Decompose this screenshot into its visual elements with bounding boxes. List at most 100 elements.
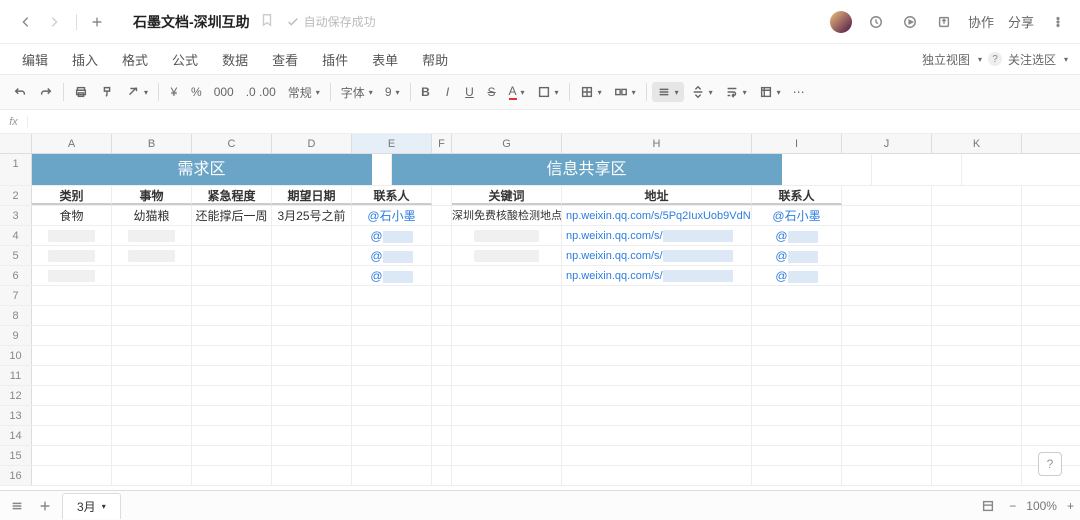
- cell[interactable]: 3月25号之前: [272, 206, 352, 225]
- cell[interactable]: [272, 266, 352, 285]
- cell[interactable]: [452, 286, 562, 305]
- cell[interactable]: [32, 346, 112, 365]
- redo-button[interactable]: [34, 82, 58, 102]
- cell[interactable]: [452, 346, 562, 365]
- cell[interactable]: [32, 446, 112, 465]
- cell[interactable]: [432, 446, 452, 465]
- paint-format-button[interactable]: [95, 82, 119, 102]
- cell[interactable]: [562, 326, 752, 345]
- cell[interactable]: [432, 226, 452, 245]
- h-align-button[interactable]: ▾: [652, 82, 684, 102]
- cell[interactable]: [752, 406, 842, 425]
- row-header[interactable]: 6: [0, 266, 32, 285]
- cell[interactable]: np.weixin.qq.com/s/: [562, 246, 752, 265]
- cell[interactable]: [192, 266, 272, 285]
- nav-back[interactable]: [14, 10, 38, 34]
- watch-button[interactable]: 关注选区: [1008, 51, 1056, 68]
- cell[interactable]: 紧急程度: [192, 186, 272, 205]
- cell[interactable]: [932, 406, 1022, 425]
- cell[interactable]: [562, 346, 752, 365]
- cell[interactable]: [272, 386, 352, 405]
- row-header[interactable]: 10: [0, 346, 32, 365]
- menu-insert[interactable]: 插入: [62, 47, 108, 72]
- cell[interactable]: [842, 266, 932, 285]
- cell[interactable]: 事物: [112, 186, 192, 205]
- strike-button[interactable]: S: [482, 82, 502, 102]
- cell[interactable]: [452, 226, 562, 245]
- cell[interactable]: [842, 346, 932, 365]
- cell[interactable]: [192, 246, 272, 265]
- bold-button[interactable]: B: [416, 82, 436, 102]
- cell[interactable]: 食物: [32, 206, 112, 225]
- cell[interactable]: [352, 306, 432, 325]
- nav-forward[interactable]: [42, 10, 66, 34]
- row-header[interactable]: 7: [0, 286, 32, 305]
- col-header[interactable]: F: [432, 134, 452, 153]
- font-family-button[interactable]: 字体▾: [336, 81, 378, 104]
- zoom-out-button[interactable]: −: [1009, 499, 1016, 513]
- history-icon[interactable]: [866, 12, 886, 32]
- cell[interactable]: [752, 466, 842, 485]
- menu-form[interactable]: 表单: [362, 47, 408, 72]
- cell[interactable]: [192, 406, 272, 425]
- cell[interactable]: [562, 406, 752, 425]
- font-size-button[interactable]: 9▾: [380, 82, 405, 102]
- more-tools-button[interactable]: ⋯: [788, 82, 810, 102]
- sheets-list-button[interactable]: [6, 495, 28, 517]
- cell[interactable]: [452, 266, 562, 285]
- underline-button[interactable]: U: [460, 82, 480, 102]
- menu-formula[interactable]: 公式: [162, 47, 208, 72]
- cell[interactable]: [432, 286, 452, 305]
- cell[interactable]: [432, 346, 452, 365]
- undo-button[interactable]: [8, 82, 32, 102]
- cell[interactable]: [932, 246, 1022, 265]
- cell[interactable]: @石小墨: [752, 206, 842, 225]
- cell[interactable]: [192, 226, 272, 245]
- cell[interactable]: 期望日期: [272, 186, 352, 205]
- cell[interactable]: [432, 266, 452, 285]
- cell[interactable]: np.weixin.qq.com/s/5Pq2IuxUob9VdNg: [562, 206, 752, 225]
- cell[interactable]: @: [752, 246, 842, 265]
- cell[interactable]: [842, 466, 932, 485]
- row-header[interactable]: 9: [0, 326, 32, 345]
- row-header[interactable]: 2: [0, 186, 32, 205]
- cell[interactable]: [112, 386, 192, 405]
- cell[interactable]: [842, 186, 932, 205]
- cell[interactable]: [452, 246, 562, 265]
- borders-button[interactable]: ▾: [575, 82, 607, 102]
- number-format-button[interactable]: 常规▾: [283, 81, 325, 104]
- cell[interactable]: @: [352, 266, 432, 285]
- add-sheet-button[interactable]: [34, 495, 56, 517]
- cell[interactable]: [352, 326, 432, 345]
- cell[interactable]: [432, 426, 452, 445]
- cell[interactable]: @: [352, 246, 432, 265]
- cell[interactable]: [112, 286, 192, 305]
- bookmark-icon[interactable]: [260, 13, 274, 30]
- cell[interactable]: [192, 346, 272, 365]
- cell[interactable]: [842, 286, 932, 305]
- cell[interactable]: [752, 366, 842, 385]
- cell[interactable]: @: [752, 266, 842, 285]
- cell[interactable]: [112, 346, 192, 365]
- cell[interactable]: [932, 226, 1022, 245]
- cell[interactable]: [932, 286, 1022, 305]
- cell[interactable]: [352, 286, 432, 305]
- menu-format[interactable]: 格式: [112, 47, 158, 72]
- cell[interactable]: 地址: [562, 186, 752, 205]
- cell[interactable]: [842, 406, 932, 425]
- col-header[interactable]: B: [112, 134, 192, 153]
- cell[interactable]: [932, 366, 1022, 385]
- merge-button[interactable]: ▾: [609, 82, 641, 102]
- cell[interactable]: [842, 386, 932, 405]
- cell[interactable]: [932, 386, 1022, 405]
- section-header[interactable]: 信息共享区: [392, 154, 782, 185]
- cell[interactable]: [352, 366, 432, 385]
- export-icon[interactable]: [934, 12, 954, 32]
- col-header[interactable]: D: [272, 134, 352, 153]
- new-tab-button[interactable]: [85, 10, 109, 34]
- row-header[interactable]: 14: [0, 426, 32, 445]
- cell[interactable]: [352, 386, 432, 405]
- cell[interactable]: [32, 426, 112, 445]
- cell[interactable]: [32, 406, 112, 425]
- col-header[interactable]: E: [352, 134, 432, 153]
